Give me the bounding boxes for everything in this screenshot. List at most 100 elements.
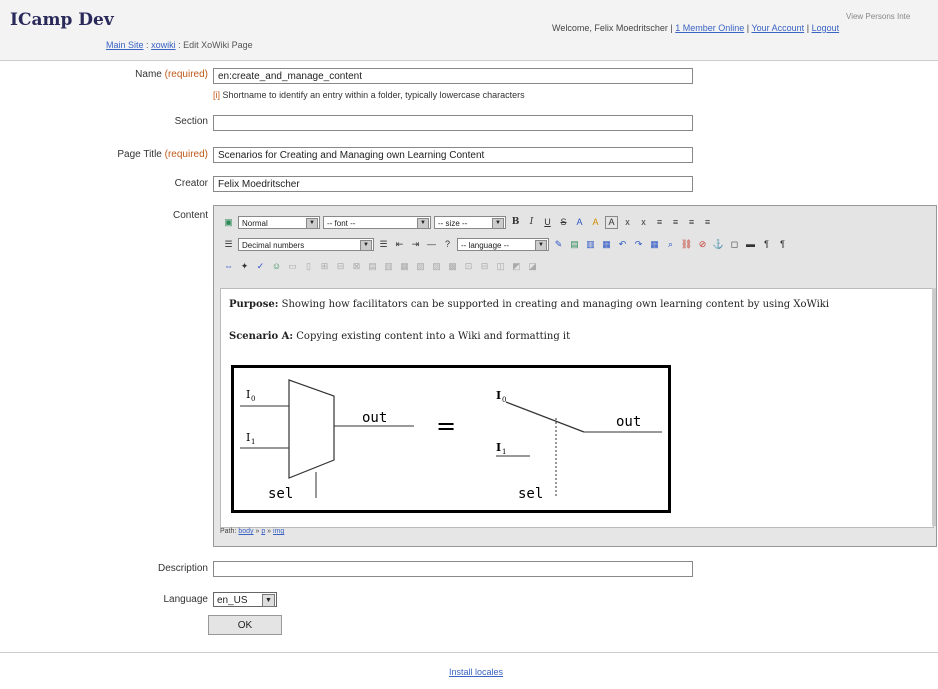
chevron-down-icon: ▼ bbox=[262, 594, 275, 607]
table-props-icon[interactable]: ▤ bbox=[366, 260, 379, 273]
section-input[interactable] bbox=[213, 115, 693, 131]
toolbar-row-1: ▣ Normal ▼ -- font -- ▼ -- size -- ▼ B I U … bbox=[222, 213, 714, 231]
format-select[interactable]: Normal ▼ bbox=[238, 215, 320, 229]
table-col-icon[interactable]: ▯ bbox=[302, 260, 315, 273]
insert-layer-icon[interactable]: ◫ bbox=[494, 260, 507, 273]
font-select[interactable]: -- font -- ▼ bbox=[323, 215, 431, 229]
editor-path-bar: Path: body » p » img bbox=[220, 528, 284, 535]
undo-icon[interactable]: ↶ bbox=[616, 238, 629, 251]
paste-word-icon[interactable]: ▦ bbox=[600, 238, 613, 251]
label-i1-left: I bbox=[246, 431, 250, 444]
view-persons-link[interactable]: View Persons Inte bbox=[846, 12, 910, 21]
list-style-select[interactable]: Decimal numbers ▼ bbox=[238, 237, 374, 251]
chevron-down-icon: ▼ bbox=[360, 239, 372, 251]
absolute-icon[interactable]: ◪ bbox=[526, 260, 539, 273]
table-split-icon[interactable]: ⊟ bbox=[334, 260, 347, 273]
ok-button[interactable]: OK bbox=[208, 615, 282, 635]
fullscreen-icon[interactable]: ⇔ bbox=[222, 260, 235, 273]
cell-props-icon[interactable]: ▥ bbox=[382, 260, 395, 273]
cleanup-icon[interactable]: ✎ bbox=[552, 238, 565, 251]
editor-scrollbar[interactable] bbox=[932, 288, 936, 526]
search-replace-icon[interactable]: ⌕ bbox=[664, 238, 677, 251]
anchor-icon[interactable]: ⚓ bbox=[712, 238, 725, 251]
col-after-icon[interactable]: ▩ bbox=[446, 260, 459, 273]
spellcheck-icon[interactable]: ✓ bbox=[254, 260, 267, 273]
highlight-icon[interactable]: A bbox=[589, 216, 602, 229]
path-p-link[interactable]: p bbox=[261, 528, 265, 535]
breadcrumb-xowiki[interactable]: xowiki bbox=[151, 40, 176, 50]
bullet-list-icon[interactable]: ☰ bbox=[377, 238, 390, 251]
language-select-value: en_US bbox=[217, 595, 248, 606]
breadcrumb-current: Edit XoWiki Page bbox=[183, 40, 253, 50]
creator-label: Creator bbox=[174, 178, 208, 189]
outdent-icon[interactable]: ⇤ bbox=[393, 238, 406, 251]
row-before-icon[interactable]: ▦ bbox=[398, 260, 411, 273]
page-title-input[interactable]: Scenarios for Creating and Managing own … bbox=[213, 147, 693, 163]
align-justify-icon[interactable]: ≡ bbox=[701, 216, 714, 229]
breadcrumb-main-site[interactable]: Main Site bbox=[106, 40, 144, 50]
italic-icon[interactable]: I bbox=[525, 216, 538, 229]
align-center-icon[interactable]: ≡ bbox=[669, 216, 682, 229]
redo-icon[interactable]: ↷ bbox=[632, 238, 645, 251]
rich-text-editor[interactable]: ▣ Normal ▼ -- font -- ▼ -- size -- ▼ B I U … bbox=[213, 205, 937, 547]
size-select[interactable]: -- size -- ▼ bbox=[434, 215, 506, 229]
horizontal-rule-icon[interactable]: — bbox=[425, 238, 438, 251]
delete-col-icon[interactable]: ⊡ bbox=[462, 260, 475, 273]
table-merge-icon[interactable]: ⊞ bbox=[318, 260, 331, 273]
path-body-link[interactable]: body bbox=[238, 528, 253, 535]
paragraph-ltr-icon[interactable]: ¶ bbox=[760, 238, 773, 251]
col-before-icon[interactable]: ▨ bbox=[430, 260, 443, 273]
strikethrough-icon[interactable]: S bbox=[557, 216, 570, 229]
source-icon[interactable]: ◻ bbox=[728, 238, 741, 251]
site-brand[interactable]: ICamp Dev bbox=[10, 10, 114, 30]
name-input[interactable]: en:create_and_manage_content bbox=[213, 68, 693, 84]
superscript-icon[interactable]: x bbox=[637, 216, 650, 229]
label-i0-right-sub: 0 bbox=[502, 396, 506, 404]
move-layer-icon[interactable]: ◩ bbox=[510, 260, 523, 273]
label-i1-left-sub: 1 bbox=[251, 438, 255, 446]
page-title-required-marker: (required) bbox=[164, 149, 208, 160]
table-row-icon[interactable]: ▭ bbox=[286, 260, 299, 273]
numbered-list-icon[interactable]: ☰ bbox=[222, 238, 235, 251]
paste-icon[interactable]: ▤ bbox=[568, 238, 581, 251]
align-right-icon[interactable]: ≡ bbox=[685, 216, 698, 229]
link-icon[interactable]: ⛓ bbox=[680, 238, 693, 251]
label-i0-left: I bbox=[246, 388, 250, 401]
align-left-icon[interactable]: ≡ bbox=[653, 216, 666, 229]
paste-text-icon[interactable]: ▥ bbox=[584, 238, 597, 251]
emoticon-icon[interactable]: ☺ bbox=[270, 260, 283, 273]
info-icon: [i] bbox=[213, 90, 221, 100]
unlink-icon[interactable]: ⊘ bbox=[696, 238, 709, 251]
creator-input[interactable]: Felix Moedritscher bbox=[213, 176, 693, 192]
page-title-label: Page Title (required) bbox=[117, 149, 208, 160]
language-select[interactable]: en_US ▼ bbox=[213, 592, 277, 607]
delete-row-icon[interactable]: ⊟ bbox=[478, 260, 491, 273]
language-select[interactable]: -- language -- ▼ bbox=[457, 237, 549, 251]
path-img-link[interactable]: img bbox=[273, 528, 284, 535]
subscript-icon[interactable]: x bbox=[621, 216, 634, 229]
font-select-value: -- font -- bbox=[327, 218, 356, 228]
members-online-link[interactable]: 1 Member Online bbox=[675, 23, 744, 33]
indent-icon[interactable]: ⇥ bbox=[409, 238, 422, 251]
embedded-image-multiplexer[interactable]: I 0 I 1 out sel = I 0 I 1 out sel bbox=[231, 365, 671, 513]
font-box-icon[interactable]: A bbox=[605, 215, 618, 229]
paragraph-rtl-icon[interactable]: ¶ bbox=[776, 238, 789, 251]
toolbar-row-3: ⇔ ✦ ✓ ☺ ▭ ▯ ⊞ ⊟ ⊠ ▤ ▥ ▦ ▧ ▨ ▩ ⊡ ⊟ ◫ ◩ ◪ bbox=[222, 257, 539, 275]
editor-content[interactable]: Purpose: Showing how facilitators can be… bbox=[220, 288, 934, 528]
wrench-icon[interactable]: ✦ bbox=[238, 260, 251, 273]
image-icon[interactable]: ▣ bbox=[222, 216, 235, 229]
your-account-link[interactable]: Your Account bbox=[751, 23, 804, 33]
help-icon[interactable]: ? bbox=[441, 238, 454, 251]
text-color-icon[interactable]: A bbox=[573, 216, 586, 229]
bold-icon[interactable]: B bbox=[509, 216, 522, 229]
label-out-right: out bbox=[616, 414, 641, 430]
hr-insert-icon[interactable]: ▬ bbox=[744, 238, 757, 251]
page-title-label-text: Page Title bbox=[117, 149, 162, 160]
table-delete-icon[interactable]: ⊠ bbox=[350, 260, 363, 273]
underline-icon[interactable]: U bbox=[541, 216, 554, 229]
logout-link[interactable]: Logout bbox=[812, 23, 840, 33]
description-input[interactable] bbox=[213, 561, 693, 577]
install-locales-link[interactable]: Install locales bbox=[449, 667, 503, 677]
table-icon[interactable]: ▦ bbox=[648, 238, 661, 251]
row-after-icon[interactable]: ▧ bbox=[414, 260, 427, 273]
